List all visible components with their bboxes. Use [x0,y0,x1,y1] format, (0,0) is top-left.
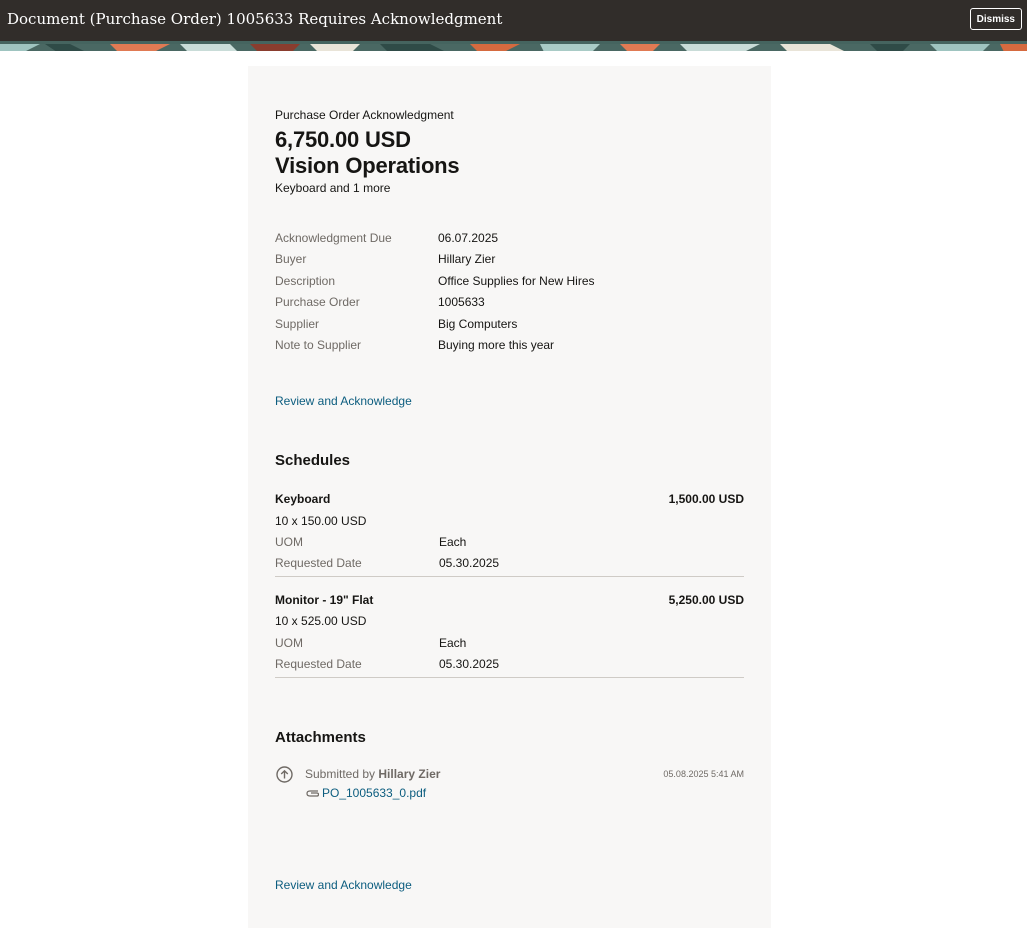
detail-label-description: Description [275,274,336,288]
schedule-divider [275,677,744,678]
detail-value-supplier: Big Computers [438,317,518,331]
schedule-item-total: 1,500.00 USD [668,492,744,506]
submitted-by-text: Submitted by Hillary Zier [305,767,440,781]
schedule-item-total: 5,250.00 USD [668,593,744,607]
detail-label-ack-due: Acknowledgment Due [275,231,392,245]
upload-arrow-icon [276,766,293,783]
schedule-date-label: Requested Date [275,556,362,570]
submitted-by-prefix: Submitted by [305,767,376,781]
organization-name: Vision Operations [275,153,460,178]
detail-label-purchase-order: Purchase Order [275,295,360,309]
detail-value-ack-due: 06.07.2025 [438,231,499,245]
submitted-by-name: Hillary Zier [378,767,441,781]
review-acknowledge-link-bottom[interactable]: Review and Acknowledge [275,878,412,892]
schedule-uom-label: UOM [275,636,303,650]
schedule-item-qty-price: 10 x 525.00 USD [275,614,367,628]
schedule-date-value: 05.30.2025 [439,657,500,671]
paperclip-icon [306,790,319,797]
detail-value-purchase-order: 1005633 [438,295,485,309]
schedule-item-qty-price: 10 x 150.00 USD [275,514,367,528]
detail-label-note: Note to Supplier [275,338,362,352]
banner-pattern-icon [0,44,1027,51]
review-acknowledge-link-top[interactable]: Review and Acknowledge [275,394,412,408]
notification-card: Purchase Order Acknowledgment 6,750.00 U… [248,66,771,928]
detail-value-buyer: Hillary Zier [438,252,496,266]
schedules-heading: Schedules [275,452,351,469]
detail-value-description: Office Supplies for New Hires [438,274,595,288]
dismiss-button[interactable]: Dismiss [969,8,1022,30]
items-summary: Keyboard and 1 more [275,181,391,195]
schedule-date-value: 05.30.2025 [439,556,500,570]
attachment-file-link[interactable]: PO_1005633_0.pdf [322,786,426,800]
schedule-uom-value: Each [439,535,467,549]
decorative-banner [0,41,1027,51]
schedule-item-name: Monitor - 19" Flat [275,593,374,607]
schedule-item-name: Keyboard [275,492,331,506]
notification-title: Document (Purchase Order) 1005633 Requir… [7,10,503,28]
top-bar: Document (Purchase Order) 1005633 Requir… [0,0,1027,41]
document-type-label: Purchase Order Acknowledgment [275,108,454,122]
order-amount: 6,750.00 USD [275,127,411,152]
schedule-uom-label: UOM [275,535,303,549]
detail-label-buyer: Buyer [275,252,307,266]
detail-value-note: Buying more this year [438,338,555,352]
schedule-uom-value: Each [439,636,467,650]
schedule-divider [275,576,744,577]
schedule-date-label: Requested Date [275,657,362,671]
attachments-heading: Attachments [275,729,366,746]
attachment-timestamp: 05.08.2025 5:41 AM [663,769,744,779]
detail-label-supplier: Supplier [275,317,320,331]
